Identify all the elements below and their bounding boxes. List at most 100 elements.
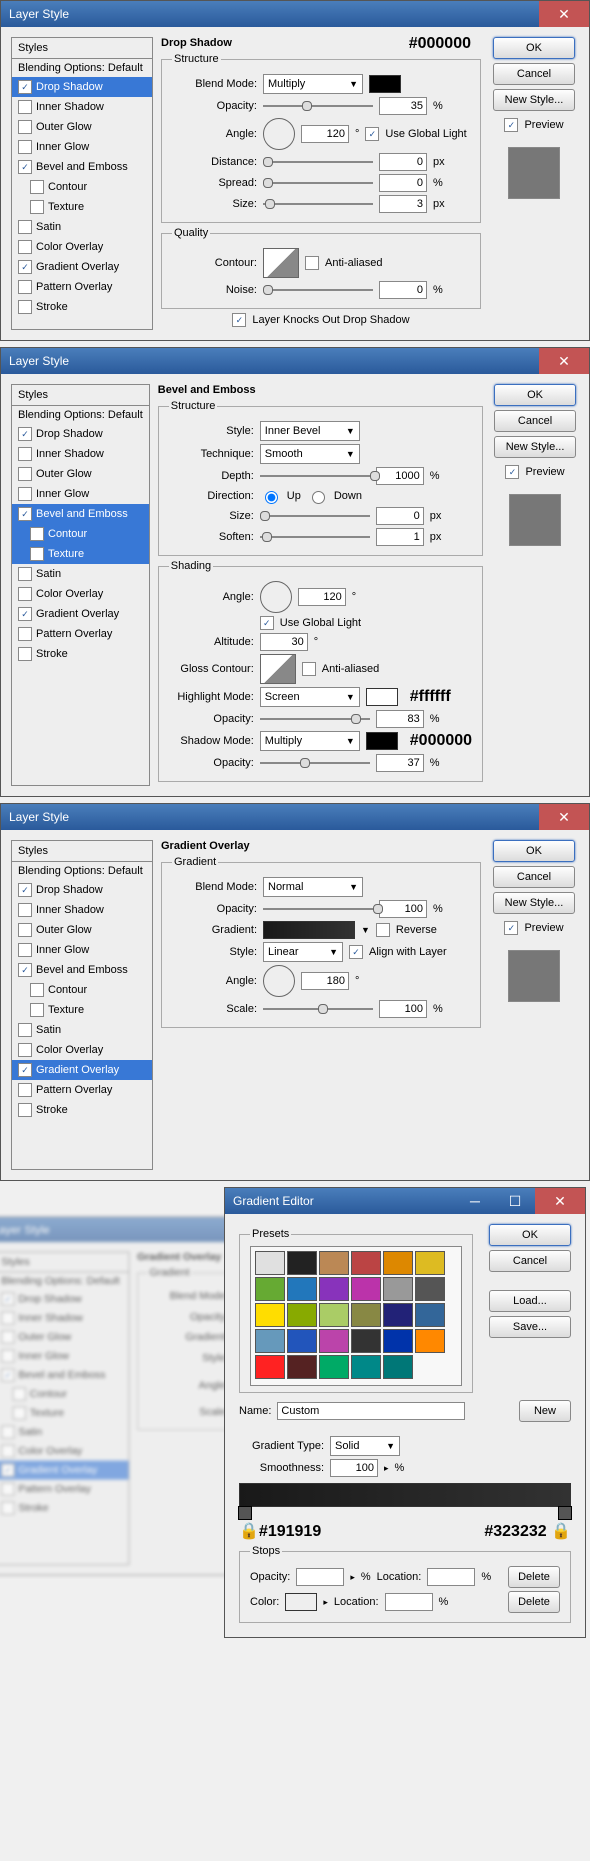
angle-dial[interactable] — [263, 118, 295, 150]
preset-swatch[interactable] — [351, 1277, 381, 1301]
checkbox[interactable] — [18, 587, 32, 601]
preset-swatch[interactable] — [415, 1251, 445, 1275]
style-item[interactable]: Color Overlay — [0, 1442, 129, 1461]
preset-swatch[interactable] — [287, 1329, 317, 1353]
maximize-icon[interactable]: ☐ — [495, 1188, 535, 1214]
style-item[interactable]: Satin — [12, 564, 149, 584]
checkbox[interactable]: ✓ — [1, 1463, 14, 1476]
slider[interactable] — [263, 105, 373, 107]
preset-swatch[interactable] — [287, 1251, 317, 1275]
checkbox[interactable] — [1, 1482, 14, 1495]
preset-swatch[interactable] — [255, 1329, 285, 1353]
preset-swatch[interactable] — [319, 1329, 349, 1353]
checkbox[interactable]: ✓ — [18, 607, 32, 621]
slider[interactable] — [263, 908, 373, 910]
blending-options[interactable]: Blending Options: Default — [12, 862, 152, 880]
checkbox[interactable]: ✓ — [18, 427, 32, 441]
slider[interactable] — [260, 762, 370, 764]
select[interactable]: Smooth▼ — [260, 444, 360, 464]
style-item[interactable]: Inner Glow — [12, 940, 152, 960]
close-icon[interactable]: ✕ — [535, 1188, 585, 1214]
checkbox[interactable] — [18, 300, 32, 314]
number-input[interactable]: 180 — [301, 972, 349, 990]
delete-button[interactable]: Delete — [508, 1566, 560, 1588]
preset-swatch[interactable] — [255, 1277, 285, 1301]
checkbox[interactable] — [18, 100, 32, 114]
style-item[interactable]: ✓Gradient Overlay — [12, 604, 149, 624]
ok-button[interactable]: OK — [493, 840, 575, 862]
slider[interactable] — [260, 536, 370, 538]
preset-swatch[interactable] — [383, 1355, 413, 1379]
gradient-stop[interactable] — [238, 1506, 252, 1520]
style-item[interactable]: ✓Bevel and Emboss — [12, 157, 152, 177]
checkbox[interactable] — [18, 1043, 32, 1057]
checkbox[interactable]: ✓ — [18, 1063, 32, 1077]
number-input[interactable]: 0 — [379, 153, 427, 171]
checkbox[interactable] — [18, 943, 32, 957]
delete-button[interactable]: Delete — [508, 1591, 560, 1613]
number-input[interactable]: 1 — [376, 528, 424, 546]
style-item[interactable]: Pattern Overlay — [12, 277, 152, 297]
number-input[interactable]: 1000 — [376, 467, 424, 485]
checkbox[interactable] — [30, 527, 44, 541]
ok-button[interactable]: OK — [494, 384, 576, 406]
checkbox[interactable] — [18, 240, 32, 254]
close-icon[interactable]: ✕ — [539, 1, 589, 27]
style-item[interactable]: Contour — [12, 177, 152, 197]
save-button[interactable]: Save... — [489, 1316, 571, 1338]
select[interactable]: Linear▼ — [263, 942, 343, 962]
style-item[interactable]: Outer Glow — [12, 464, 149, 484]
gradient-stop[interactable] — [558, 1506, 572, 1520]
slider[interactable] — [263, 161, 373, 163]
checkbox[interactable] — [302, 662, 316, 676]
style-item[interactable]: Pattern Overlay — [12, 624, 149, 644]
style-item[interactable]: Inner Glow — [12, 484, 149, 504]
new-style-button[interactable]: New Style... — [493, 892, 575, 914]
style-item[interactable]: ✓Drop Shadow — [0, 1290, 129, 1309]
checkbox[interactable]: ✓ — [260, 616, 274, 630]
cancel-button[interactable]: Cancel — [493, 63, 575, 85]
number-input[interactable]: 0 — [376, 507, 424, 525]
select[interactable]: Inner Bevel▼ — [260, 421, 360, 441]
style-item[interactable]: Stroke — [12, 1100, 152, 1120]
checkbox[interactable]: ✓ — [18, 883, 32, 897]
style-item[interactable]: ✓Gradient Overlay — [12, 257, 152, 277]
checkbox[interactable] — [1, 1311, 14, 1324]
style-item[interactable]: Inner Shadow — [0, 1309, 129, 1328]
shadow-swatch[interactable] — [366, 732, 398, 750]
checkbox[interactable] — [30, 983, 44, 997]
number-input[interactable]: 100 — [379, 1000, 427, 1018]
angle-dial[interactable] — [260, 581, 292, 613]
select[interactable]: Multiply▼ — [260, 731, 360, 751]
slider[interactable] — [263, 203, 373, 205]
style-item[interactable]: Inner Glow — [12, 137, 152, 157]
contour-picker[interactable] — [260, 654, 296, 684]
preset-swatch[interactable] — [415, 1277, 445, 1301]
style-item[interactable]: Contour — [0, 1385, 129, 1404]
gradient-picker[interactable] — [263, 921, 355, 939]
number-input[interactable] — [296, 1568, 344, 1586]
color-swatch[interactable] — [369, 75, 401, 93]
style-item[interactable]: Pattern Overlay — [12, 1080, 152, 1100]
style-item[interactable]: Stroke — [12, 297, 152, 317]
checkbox[interactable] — [30, 200, 44, 214]
number-input[interactable]: 3 — [379, 195, 427, 213]
style-item[interactable]: Satin — [12, 217, 152, 237]
preset-swatch[interactable] — [287, 1277, 317, 1301]
preset-swatch[interactable] — [383, 1329, 413, 1353]
preset-swatch[interactable] — [351, 1329, 381, 1353]
blending-options[interactable]: Blending Options: Default — [0, 1273, 129, 1290]
number-input[interactable]: 0 — [379, 281, 427, 299]
checkbox[interactable]: ✓ — [1, 1292, 14, 1305]
checkbox[interactable] — [18, 467, 32, 481]
preset-swatch[interactable] — [351, 1251, 381, 1275]
highlight-swatch[interactable] — [366, 688, 398, 706]
new-button[interactable]: New — [519, 1400, 571, 1422]
preset-swatch[interactable] — [383, 1303, 413, 1327]
number-input[interactable]: 37 — [376, 754, 424, 772]
checkbox[interactable] — [18, 1083, 32, 1097]
style-item[interactable]: Texture — [12, 1000, 152, 1020]
slider[interactable] — [260, 515, 370, 517]
number-input[interactable]: 120 — [301, 125, 349, 143]
checkbox[interactable] — [1, 1444, 14, 1457]
